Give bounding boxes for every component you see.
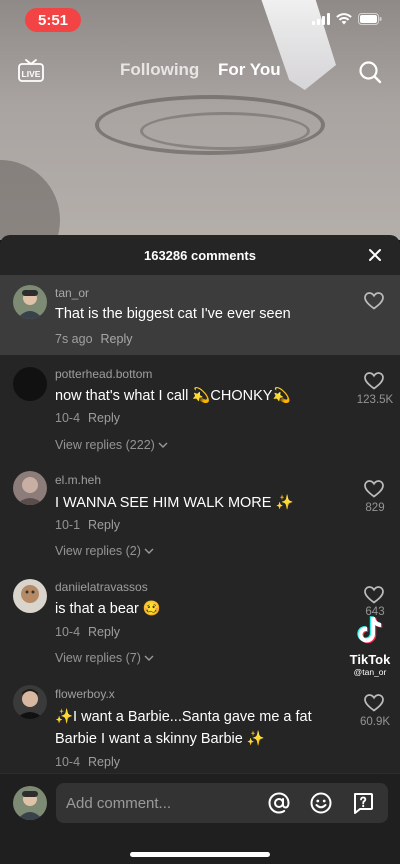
ceiling-fixture-inner <box>140 112 310 150</box>
comment-text: is that a bear 🥴 <box>55 601 161 617</box>
search-icon[interactable] <box>358 60 382 84</box>
comment-time: 10-4 <box>55 755 81 769</box>
comment-text: now that's what I call 💫CHONKY💫 <box>55 388 291 404</box>
comment-item[interactable]: flowerboy.x ✨I want a Barbie...Santa gav… <box>0 677 400 777</box>
reply-button[interactable]: Reply <box>101 332 133 346</box>
comment-meta: 10-4 Reply <box>55 755 120 769</box>
avatar[interactable] <box>13 579 47 613</box>
comment-input-bar <box>0 773 400 864</box>
comment-input[interactable] <box>66 793 256 813</box>
heart-icon[interactable] <box>364 372 384 390</box>
comment-username[interactable]: el.m.heh <box>55 473 101 487</box>
wall-shadow <box>0 160 60 240</box>
reply-button[interactable]: Reply <box>88 518 120 532</box>
comment-time: 10-1 <box>55 518 81 532</box>
live-tv-icon: LIVE <box>18 59 44 82</box>
comment-username[interactable]: tan_or <box>55 286 89 300</box>
heart-icon[interactable] <box>364 480 384 498</box>
comment-input-box[interactable] <box>56 783 388 823</box>
heart-icon[interactable] <box>364 292 384 310</box>
chevron-down-icon <box>158 442 168 448</box>
view-replies[interactable]: View replies (7) <box>55 651 154 665</box>
avatar[interactable] <box>13 471 47 505</box>
chevron-down-icon <box>144 548 154 554</box>
tab-for-you[interactable]: For You <box>218 60 281 80</box>
comment-meta: 10-4 Reply <box>55 411 120 425</box>
comment-item[interactable]: el.m.heh I WANNA SEE HIM WALK MORE ✨ 10-… <box>0 463 400 563</box>
like-count: 123.5K <box>356 394 394 406</box>
comments-count: 163286 comments <box>143 247 256 263</box>
comment-meta: 10-1 Reply <box>55 518 120 532</box>
comment-item[interactable]: potterhead.bottom now that's what I call… <box>0 357 400 457</box>
watermark-user: @tan_or <box>353 667 387 677</box>
view-replies-label: View replies (222) <box>55 438 155 452</box>
my-avatar <box>13 786 47 820</box>
comments-header: 163286 comments <box>0 235 400 275</box>
question-sticker-icon[interactable] <box>352 792 374 814</box>
avatar[interactable] <box>13 685 47 719</box>
signal-icon <box>312 13 330 25</box>
heart-icon[interactable] <box>364 586 384 604</box>
comment-meta: 10-4 Reply <box>55 625 120 639</box>
watermark-brand: TikTok <box>349 652 391 667</box>
comment-time: 10-4 <box>55 625 81 639</box>
reply-button[interactable]: Reply <box>88 411 120 425</box>
comment-meta: 7s ago Reply <box>55 332 133 346</box>
comment-time: 10-4 <box>55 411 81 425</box>
comment-time: 7s ago <box>55 332 93 346</box>
video-background[interactable] <box>0 0 400 240</box>
comment-username[interactable]: potterhead.bottom <box>55 367 152 381</box>
live-button[interactable]: LIVE <box>18 58 44 82</box>
tab-following[interactable]: Following <box>120 60 199 80</box>
heart-icon[interactable] <box>364 694 384 712</box>
live-label: LIVE <box>22 69 41 79</box>
view-replies-label: View replies (7) <box>55 651 141 665</box>
tiktok-watermark: TikTok @tan_or <box>345 615 395 677</box>
reply-button[interactable]: Reply <box>88 755 120 769</box>
view-replies-label: View replies (2) <box>55 544 141 558</box>
home-indicator[interactable] <box>130 852 270 857</box>
comment-username[interactable]: flowerboy.x <box>55 687 115 701</box>
wifi-icon <box>336 13 352 25</box>
comments-sheet: 163286 comments tan_or That is the bigge… <box>0 235 400 864</box>
status-icons <box>312 13 382 25</box>
tiktok-logo-icon <box>357 616 383 644</box>
status-time: 5:51 <box>25 8 81 32</box>
comment-text: ✨I want a Barbie...Santa gave me a fat B… <box>55 709 312 747</box>
view-replies[interactable]: View replies (2) <box>55 544 154 558</box>
like-count: 829 <box>365 502 385 514</box>
comment-item[interactable]: daniielatravassos is that a bear 🥴 10-4 R… <box>0 569 400 669</box>
reply-button[interactable]: Reply <box>88 625 120 639</box>
battery-icon <box>358 13 382 25</box>
comment-text: I WANNA SEE HIM WALK MORE ✨ <box>55 495 294 511</box>
like-count: 60.9K <box>359 716 391 728</box>
view-replies[interactable]: View replies (222) <box>55 438 168 452</box>
close-icon[interactable] <box>368 248 382 262</box>
chevron-down-icon <box>144 655 154 661</box>
avatar[interactable] <box>13 285 47 319</box>
mention-icon[interactable] <box>268 792 290 814</box>
comment-username[interactable]: daniielatravassos <box>55 580 148 594</box>
emoji-icon[interactable] <box>310 792 332 814</box>
comment-item[interactable]: tan_or That is the biggest cat I've ever… <box>0 275 400 355</box>
comment-text: That is the biggest cat I've ever seen <box>55 306 291 322</box>
avatar[interactable] <box>13 367 47 401</box>
